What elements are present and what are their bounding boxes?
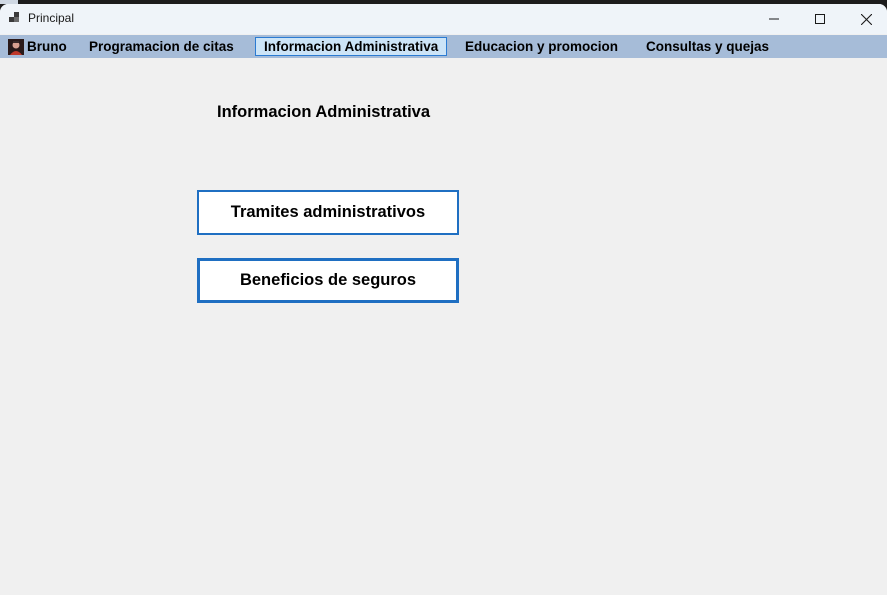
menu-item-label: Educacion y promocion <box>465 39 619 54</box>
main-window: Principal Bruno Programacion de citas In… <box>0 4 887 595</box>
menu-item-user[interactable]: Bruno <box>8 37 67 56</box>
minimize-button[interactable] <box>751 4 797 34</box>
window-title: Principal <box>28 11 75 25</box>
menu-item-label: Bruno <box>27 39 67 54</box>
user-avatar-icon <box>8 38 24 55</box>
menu-bar: Bruno Programacion de citas Informacion … <box>0 35 887 58</box>
menu-item-label: Informacion Administrativa <box>264 39 439 54</box>
close-icon <box>860 13 872 25</box>
app-icon <box>9 12 19 22</box>
tramites-administrativos-button[interactable]: Tramites administrativos <box>197 190 459 235</box>
menu-item-programacion-de-citas[interactable]: Programacion de citas <box>89 37 234 56</box>
menu-item-label: Programacion de citas <box>89 39 234 54</box>
maximize-button[interactable] <box>797 4 843 34</box>
title-bar[interactable]: Principal <box>0 4 887 34</box>
close-button[interactable] <box>843 4 887 34</box>
beneficios-de-seguros-button[interactable]: Beneficios de seguros <box>197 258 459 303</box>
menu-item-label: Consultas y quejas <box>646 39 770 54</box>
section-title: Informacion Administrativa <box>217 103 431 121</box>
menu-item-consultas-y-quejas[interactable]: Consultas y quejas <box>646 37 769 56</box>
menu-item-informacion-administrativa[interactable]: Informacion Administrativa <box>255 37 448 56</box>
minimize-icon <box>769 18 779 20</box>
maximize-icon <box>815 14 825 24</box>
menu-item-educacion-y-promocion[interactable]: Educacion y promocion <box>465 37 618 56</box>
